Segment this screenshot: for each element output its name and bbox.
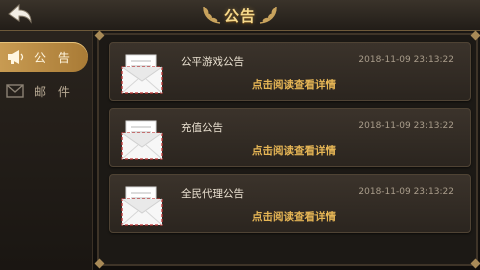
notice-card[interactable]: 公平游戏公告 2018-11-09 23:13:22 点击阅读查看详情	[109, 42, 471, 101]
top-bar: 公告	[0, 0, 480, 31]
sidebar-item-label: 邮 件	[34, 84, 74, 99]
laurel-right-icon	[259, 6, 277, 24]
notice-date: 2018-11-09 23:13:22	[358, 55, 454, 65]
notice-card[interactable]: 充值公告 2018-11-09 23:13:22 点击阅读查看详情	[109, 108, 471, 167]
megaphone-icon	[6, 49, 24, 65]
notice-date: 2018-11-09 23:13:22	[358, 187, 454, 197]
page-title: 公告	[223, 6, 256, 25]
laurel-left-icon	[203, 6, 221, 24]
back-button[interactable]	[6, 2, 34, 26]
corner-ornament	[470, 258, 480, 269]
read-details-link[interactable]: 点击阅读查看详情	[110, 209, 470, 224]
read-details-link[interactable]: 点击阅读查看详情	[110, 143, 470, 158]
notice-card[interactable]: 全民代理公告 2018-11-09 23:13:22 点击阅读查看详情	[109, 174, 471, 233]
sidebar: 公 告 邮 件	[0, 31, 93, 270]
screen: 公告 公 告 邮 件 公平游戏公告 2018-11-09 23:13:22 点击…	[0, 0, 480, 270]
corner-ornament	[470, 30, 480, 41]
sidebar-item-announcements[interactable]: 公 告	[0, 42, 88, 72]
mail-icon	[6, 83, 24, 99]
back-arrow-icon	[8, 3, 32, 24]
read-details-link[interactable]: 点击阅读查看详情	[110, 77, 470, 92]
title-plate: 公告	[178, 0, 302, 30]
notice-date: 2018-11-09 23:13:22	[358, 121, 454, 131]
notice-title: 充值公告	[181, 122, 223, 134]
corner-ornament	[94, 258, 105, 269]
notice-title: 公平游戏公告	[181, 56, 244, 68]
notice-list: 公平游戏公告 2018-11-09 23:13:22 点击阅读查看详情 充值公告…	[94, 30, 480, 269]
notice-title: 全民代理公告	[181, 188, 244, 200]
corner-ornament	[94, 30, 105, 41]
sidebar-item-mail[interactable]: 邮 件	[0, 76, 88, 106]
sidebar-item-label: 公 告	[34, 50, 74, 65]
